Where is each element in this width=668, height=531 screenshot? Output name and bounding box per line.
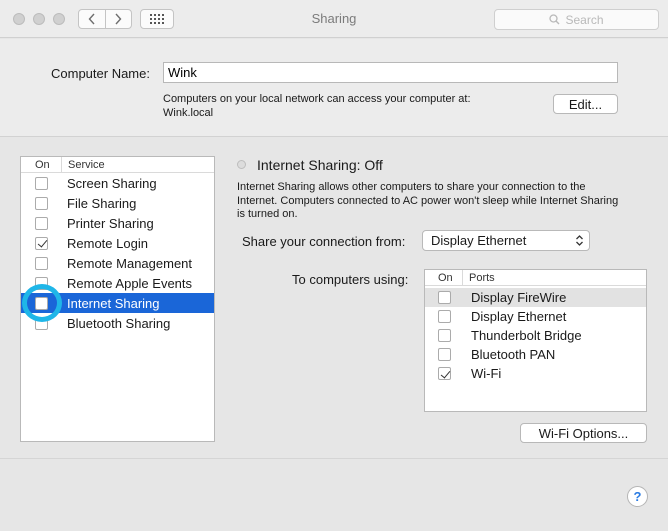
service-row-file-sharing[interactable]: File Sharing (21, 193, 214, 213)
sharing-description: Internet Sharing allows other computers … (237, 181, 619, 220)
wifi-options-button[interactable]: Wi-Fi Options... (520, 423, 647, 443)
share-from-label: Share your connection from: (242, 234, 406, 249)
port-checkbox[interactable] (438, 291, 451, 304)
port-label: Thunderbolt Bridge (471, 328, 582, 343)
service-checkbox[interactable] (35, 316, 48, 330)
port-checkbox[interactable] (438, 310, 451, 323)
port-label: Bluetooth PAN (471, 347, 556, 362)
port-label: Display FireWire (471, 290, 567, 305)
service-checkbox[interactable] (35, 196, 48, 210)
sharing-status: Internet Sharing: Off (257, 157, 383, 173)
computer-name-input[interactable]: Wink (163, 62, 618, 83)
help-button[interactable]: ? (627, 486, 648, 507)
service-row-remote-login[interactable]: Remote Login (21, 233, 214, 253)
header-ports: Ports (469, 271, 495, 284)
header-service: Service (68, 158, 105, 171)
service-checkbox-checked[interactable] (35, 236, 48, 250)
service-checkbox[interactable] (35, 276, 48, 290)
port-row-display-ethernet[interactable]: Display Ethernet (425, 307, 646, 326)
bottom-bar (0, 458, 668, 531)
header-on: On (21, 156, 62, 173)
service-row-internet-sharing[interactable]: Internet Sharing (21, 293, 214, 313)
computer-name-desc-line1: Computers on your local network can acce… (163, 93, 471, 105)
search-icon (549, 14, 560, 25)
computer-name-label: Computer Name: (51, 66, 150, 81)
port-label: Display Ethernet (471, 309, 567, 324)
ports-list: On Ports Display FireWire Display Ethern… (424, 269, 647, 412)
port-row-display-firewire[interactable]: Display FireWire (425, 288, 646, 307)
service-checkbox[interactable] (35, 216, 48, 230)
service-checkbox[interactable] (35, 176, 48, 190)
ports-list-header: On Ports (425, 269, 646, 286)
chevron-updown-icon (576, 235, 583, 246)
port-row-bluetooth-pan[interactable]: Bluetooth PAN (425, 345, 646, 364)
service-label: Remote Login (67, 235, 148, 251)
service-checkbox[interactable] (35, 256, 48, 270)
port-row-wifi[interactable]: Wi-Fi (425, 364, 646, 383)
service-label: Remote Apple Events (67, 275, 193, 291)
header-on: On (425, 269, 463, 286)
sharing-window: Sharing Search Computer Name: Wink Compu… (0, 0, 668, 531)
service-label: Internet Sharing (67, 295, 160, 311)
port-checkbox-checked[interactable] (438, 367, 451, 380)
service-row-screen-sharing[interactable]: Screen Sharing (21, 173, 214, 193)
port-label: Wi-Fi (471, 366, 502, 381)
service-label: Printer Sharing (67, 215, 154, 231)
services-list-header: On Service (21, 156, 214, 173)
status-indicator-icon (237, 160, 246, 169)
services-list: On Service Screen Sharing File Sharing P… (20, 156, 215, 442)
share-from-value: Display Ethernet (431, 233, 527, 248)
edit-hostname-button[interactable]: Edit... (553, 94, 618, 114)
computer-name-description: Computers on your local network can acce… (163, 92, 543, 120)
service-label: Bluetooth Sharing (67, 315, 171, 331)
share-from-select[interactable]: Display Ethernet (422, 230, 590, 251)
service-checkbox[interactable] (35, 296, 48, 310)
service-label: File Sharing (67, 195, 137, 211)
search-field[interactable]: Search (494, 9, 659, 30)
service-row-remote-apple-events[interactable]: Remote Apple Events (21, 273, 214, 293)
search-placeholder: Search (565, 12, 604, 27)
computer-name-section: Computer Name: Wink Computers on your lo… (0, 39, 668, 137)
service-row-printer-sharing[interactable]: Printer Sharing (21, 213, 214, 233)
service-label: Remote Management (67, 255, 193, 271)
service-row-remote-management[interactable]: Remote Management (21, 253, 214, 273)
port-row-thunderbolt-bridge[interactable]: Thunderbolt Bridge (425, 326, 646, 345)
service-row-bluetooth-sharing[interactable]: Bluetooth Sharing (21, 313, 214, 333)
title-bar: Sharing Search (0, 0, 668, 38)
local-hostname: Wink.local (163, 107, 214, 119)
to-computers-label: To computers using: (292, 272, 409, 287)
port-checkbox[interactable] (438, 329, 451, 342)
port-checkbox[interactable] (438, 348, 451, 361)
service-label: Screen Sharing (67, 175, 157, 191)
